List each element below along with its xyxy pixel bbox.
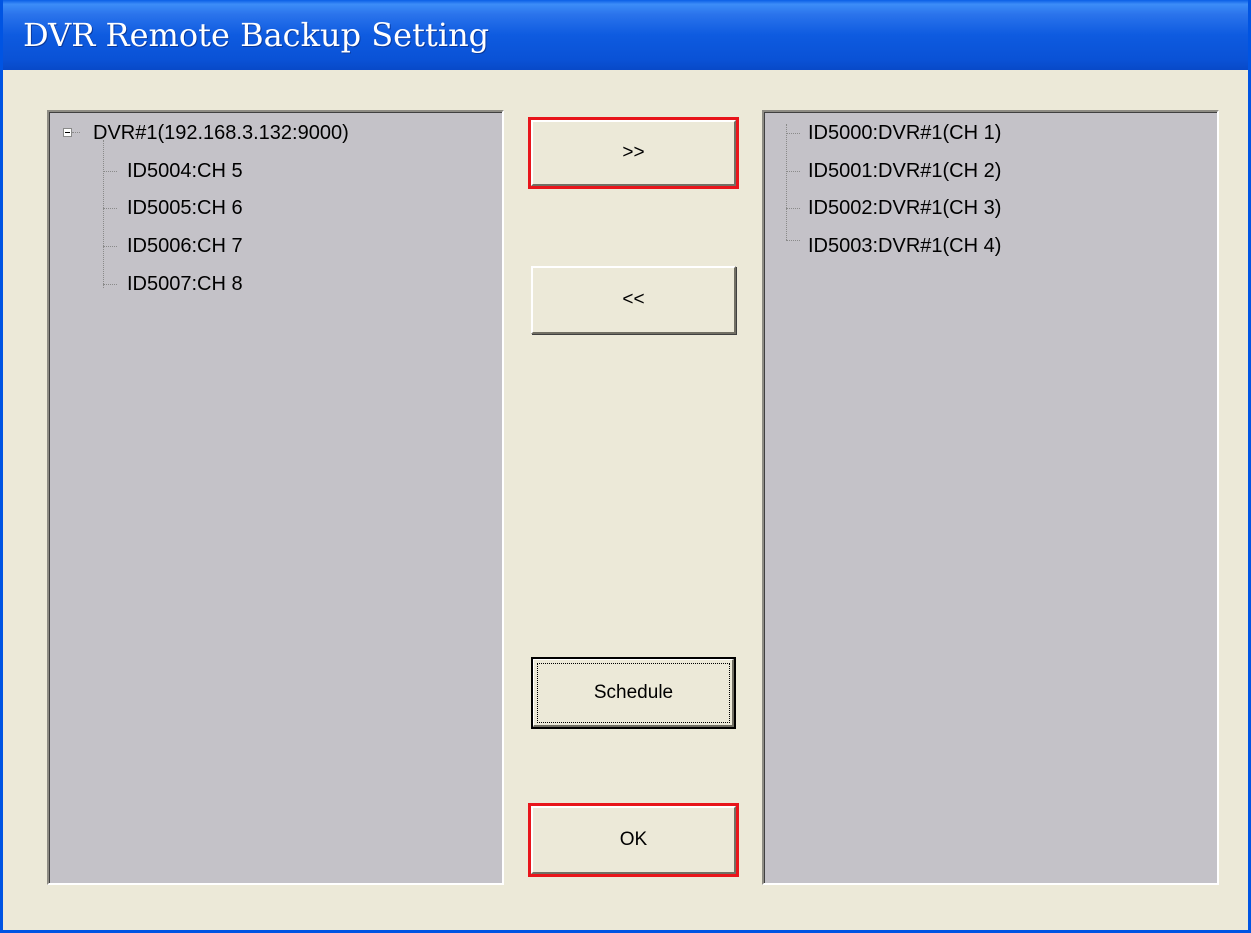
schedule-button[interactable]: Schedule: [531, 657, 736, 729]
schedule-button-label: Schedule: [593, 682, 674, 703]
tree-connector: [103, 140, 104, 288]
selected-item-ch4[interactable]: ID5003:DVR#1(CH 4): [808, 234, 1001, 258]
tree-root-dvr1[interactable]: DVR#1(192.168.3.132:9000): [93, 121, 349, 145]
tree-item-ch5[interactable]: ID5004:CH 5: [127, 159, 243, 183]
selected-channels-tree[interactable]: ID5000:DVR#1(CH 1) ID5001:DVR#1(CH 2) ID…: [762, 110, 1219, 885]
remove-button-label: <<: [622, 289, 645, 310]
ok-button-label: OK: [619, 829, 648, 850]
collapse-icon[interactable]: [63, 128, 72, 137]
tree-connector: [72, 132, 80, 133]
remove-button[interactable]: <<: [531, 266, 736, 334]
tree-connector: [103, 246, 117, 247]
window-title: DVR Remote Backup Setting: [23, 16, 490, 54]
available-channels-tree[interactable]: DVR#1(192.168.3.132:9000) ID5004:CH 5 ID…: [47, 110, 504, 885]
tree-connector: [786, 240, 800, 241]
add-button-label: >>: [622, 142, 645, 163]
backup-setting-window: DVR Remote Backup Setting DVR#1(192.168.…: [0, 0, 1251, 933]
tree-connector: [786, 208, 800, 209]
title-bar[interactable]: DVR Remote Backup Setting: [3, 0, 1248, 70]
tree-connector: [103, 171, 117, 172]
selected-item-ch3[interactable]: ID5002:DVR#1(CH 3): [808, 196, 1001, 220]
tree-item-ch8[interactable]: ID5007:CH 8: [127, 272, 243, 296]
tree-connector: [786, 124, 787, 240]
add-button[interactable]: >>: [528, 117, 739, 189]
tree-item-ch6[interactable]: ID5005:CH 6: [127, 196, 243, 220]
selected-item-ch1[interactable]: ID5000:DVR#1(CH 1): [808, 121, 1001, 145]
tree-connector: [103, 208, 117, 209]
tree-connector: [103, 284, 117, 285]
selected-item-ch2[interactable]: ID5001:DVR#1(CH 2): [808, 159, 1001, 183]
tree-connector: [786, 171, 800, 172]
ok-button[interactable]: OK: [528, 803, 739, 877]
tree-item-ch7[interactable]: ID5006:CH 7: [127, 234, 243, 258]
tree-connector: [786, 133, 800, 134]
